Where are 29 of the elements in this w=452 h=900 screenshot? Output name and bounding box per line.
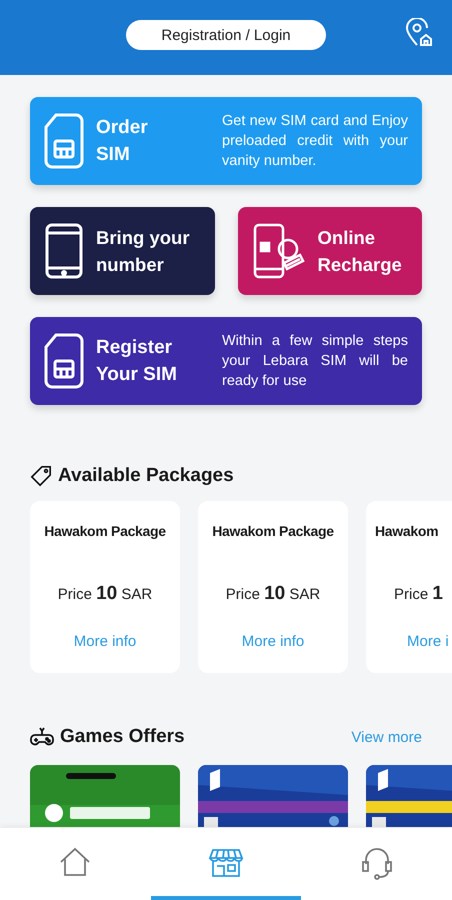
more-info-link[interactable]: More info <box>74 633 136 650</box>
package-price: Price 10 SAR <box>58 583 152 605</box>
tile-title: Order SIM <box>96 116 149 167</box>
phone-icon <box>44 223 84 279</box>
tile-title: Online Recharge <box>318 226 403 277</box>
package-name: Hawakom <box>375 523 438 539</box>
package-price: Price 10 SAR <box>226 583 320 605</box>
section-title: Available Packages <box>58 465 234 487</box>
tile-title: Register Your SIM <box>96 336 178 387</box>
package-name: Hawakom Package <box>212 523 334 539</box>
tile-title: Bring your number <box>96 226 191 277</box>
tag-icon <box>30 465 52 487</box>
menu-tile[interactable]: Order SIM Get new SIM card and Enjoy preloaded credit with your vanity number. <box>30 97 422 185</box>
menu-tile[interactable]: Register Your SIM Within a few simple steps your Lebara SIM will be ready for use <box>30 317 422 405</box>
tile-description: Within a few simple steps your Lebara SIM will be ready for use <box>222 332 408 391</box>
login-button[interactable]: Registration / Login <box>126 20 326 50</box>
tile-description: Get new SIM card and Enjoy preloaded credit with your vanity number. <box>222 112 408 171</box>
menu-tile[interactable]: Online Recharge <box>238 207 422 295</box>
package-price: Price 1 <box>394 583 443 605</box>
sim-card-icon <box>44 333 84 389</box>
phone-card-icon <box>252 223 306 279</box>
location-home-icon[interactable] <box>404 18 434 48</box>
menu-tile[interactable]: Bring your number <box>30 207 214 295</box>
package-name: Hawakom Package <box>44 523 166 539</box>
section-title: Games Offers <box>60 726 185 748</box>
sim-card-icon <box>44 113 84 169</box>
view-more-link[interactable]: View more <box>351 728 422 746</box>
more-info-link[interactable]: More info <box>242 633 304 650</box>
more-info-link[interactable]: More i <box>407 633 449 650</box>
